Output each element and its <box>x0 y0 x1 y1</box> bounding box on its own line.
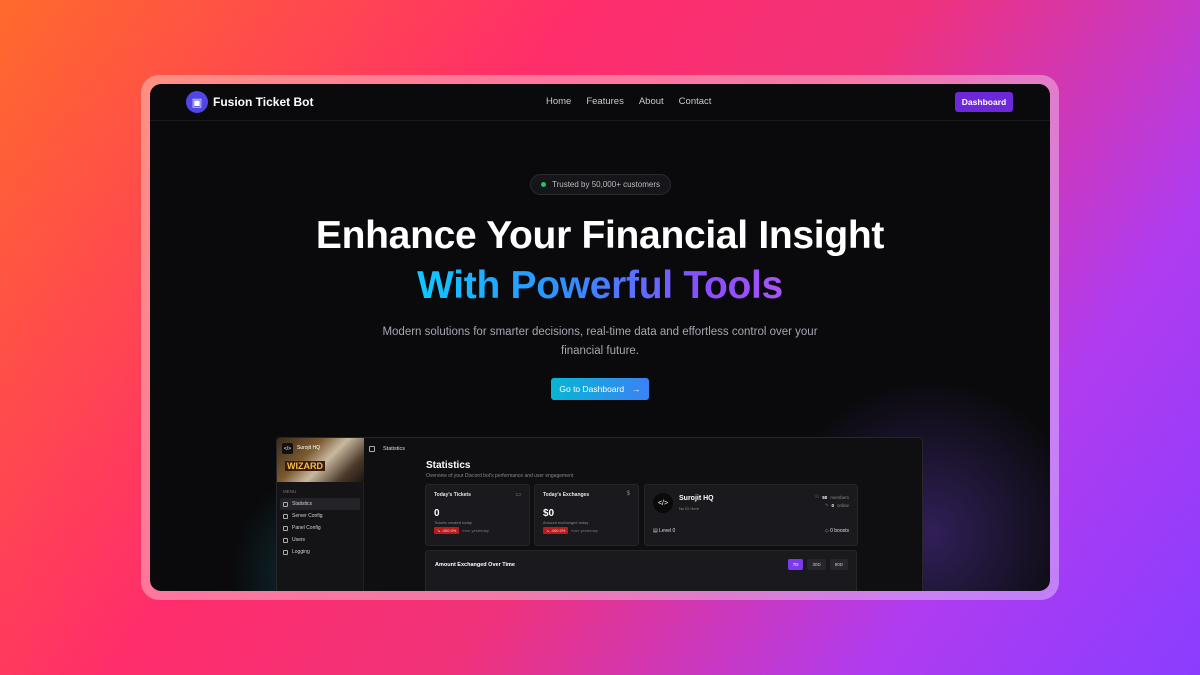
gear-icon <box>283 525 288 531</box>
exchanges-title: Today's Exchanges <box>543 492 590 498</box>
trend-from: from yesterday <box>571 528 598 533</box>
exchanges-sub: Amount exchanged today <box>543 520 589 525</box>
boosts-text: 0 boosts <box>830 528 849 534</box>
activity-icon: ∿ <box>824 502 829 507</box>
chart-title: Amount Exchanged Over Time <box>435 562 515 568</box>
exchanges-card: Today's Exchanges $ $0 Amount exchanged … <box>534 484 639 546</box>
exchanges-value: $0 <box>543 508 555 519</box>
trend-badge: ↘ -400.0% <box>434 527 460 534</box>
page-subtitle: Overview of your Discord bot's performan… <box>426 473 574 479</box>
tickets-trend: ↘ -400.0% from yesterday <box>434 527 489 534</box>
server-banner: </> Surojit HQ WIZARD <box>277 438 364 482</box>
arrow-right-icon: → <box>632 384 641 394</box>
hero-subtitle: Modern solutions for smarter decisions, … <box>382 326 818 357</box>
nav-link-features[interactable]: Features <box>586 96 624 107</box>
page-title: Statistics <box>426 460 471 471</box>
trend-badge: ↘ -400.0% <box>543 527 569 534</box>
code-icon: </> <box>282 443 293 454</box>
chart-icon <box>283 501 288 507</box>
status-dot-icon <box>541 182 546 187</box>
sidebar-menu: Statistics Server Config Panel Config Us… <box>280 498 360 558</box>
nav-link-contact[interactable]: Contact <box>679 96 712 107</box>
trust-pill: Trusted by 50,000+ customers <box>530 174 671 195</box>
sidebar-item-label: Users <box>292 537 306 543</box>
sidebar-item-label: Panel Config <box>292 525 321 531</box>
server-card: </> Surojit HQ No ID Here ⚇ 50 members ∿… <box>644 484 858 546</box>
range-7d-button[interactable]: 7D <box>787 559 804 570</box>
browser-frame: ▣ Fusion Ticket Bot Home Features About … <box>141 75 1059 600</box>
tickets-value: 0 <box>434 508 440 519</box>
server-boosts: ◇ 0 boosts <box>825 528 849 534</box>
online-label: online <box>836 502 849 508</box>
members-label: members <box>830 494 849 500</box>
boost-icon: ◇ <box>824 528 829 534</box>
level-text: Level 0 <box>659 528 676 534</box>
topbar-title: Statistics <box>383 446 406 452</box>
file-icon <box>283 549 288 555</box>
range-toggle: 7D 30D 90D <box>787 559 848 570</box>
sidebar-item-panel-config[interactable]: Panel Config <box>280 522 360 534</box>
server-name: Surojit HQ <box>679 495 714 502</box>
sidebar-item-server-config[interactable]: Server Config <box>280 510 360 522</box>
nav-link-home[interactable]: Home <box>546 96 571 107</box>
dashboard-button[interactable]: Dashboard <box>955 92 1013 112</box>
preview-sidebar: </> Surojit HQ WIZARD MENU Statistics Se… <box>277 438 364 591</box>
server-level: ▤ Level 0 <box>653 528 676 534</box>
exchange-chart-card: Amount Exchanged Over Time 7D 30D 90D <box>425 550 857 591</box>
trend-from: from yesterday <box>462 528 489 533</box>
bot-logo-icon[interactable]: ▣ <box>186 91 208 113</box>
users-icon <box>283 537 288 543</box>
tickets-card: Today's Tickets ▭ 0 Tickets created toda… <box>425 484 530 546</box>
sidebar-item-label: Server Config <box>292 513 323 519</box>
online-stat: ∿ 0 online <box>825 502 849 508</box>
dashboard-preview: </> Surojit HQ WIZARD MENU Statistics Se… <box>276 437 923 591</box>
tickets-sub: Tickets created today <box>434 520 472 525</box>
online-value: 0 <box>831 502 834 508</box>
server-avatar-code-icon: </> <box>653 493 673 513</box>
ticket-icon: ▭ <box>515 492 521 498</box>
brand-name[interactable]: Fusion Ticket Bot <box>213 95 313 109</box>
trust-text: Trusted by 50,000+ customers <box>552 180 660 189</box>
banner-word: WIZARD <box>285 461 325 471</box>
hero-title-line2: With Powerful Tools <box>150 264 1050 308</box>
sidebar-item-statistics[interactable]: Statistics <box>280 498 360 510</box>
sidebar-item-label: Statistics <box>292 501 313 507</box>
menu-label: MENU <box>283 489 297 494</box>
range-30d-button[interactable]: 30D <box>807 559 826 570</box>
sidebar-item-users[interactable]: Users <box>280 534 360 546</box>
users-icon: ⚇ <box>815 494 820 499</box>
exchanges-trend: ↘ -400.0% from yesterday <box>543 527 598 534</box>
members-value: 50 <box>822 494 828 500</box>
go-to-dashboard-button[interactable]: Go to Dashboard → <box>551 378 649 400</box>
nav-links: Home Features About Contact <box>546 96 711 107</box>
hero-title-gradient: With Powerful Tools <box>417 264 783 307</box>
preview-topbar: Statistics <box>369 446 405 452</box>
server-sub: No ID Here <box>679 506 700 511</box>
tickets-title: Today's Tickets <box>434 492 471 498</box>
members-stat: ⚇ 50 members <box>815 494 849 500</box>
page-screen: ▣ Fusion Ticket Bot Home Features About … <box>150 84 1050 591</box>
range-90d-button[interactable]: 90D <box>829 559 848 570</box>
hero-title-line1: Enhance Your Financial Insight <box>315 214 885 257</box>
cta-label: Go to Dashboard <box>559 384 625 394</box>
sidebar-toggle-icon[interactable] <box>369 446 375 452</box>
top-nav: ▣ Fusion Ticket Bot Home Features About … <box>150 84 1050 121</box>
nav-link-about[interactable]: About <box>639 96 664 107</box>
sidebar-item-logging[interactable]: Logging <box>280 546 360 558</box>
banner-title: Surojit HQ <box>297 445 321 451</box>
server-icon <box>283 513 288 519</box>
dollar-icon: $ <box>626 491 630 497</box>
sidebar-item-label: Logging <box>292 549 310 555</box>
